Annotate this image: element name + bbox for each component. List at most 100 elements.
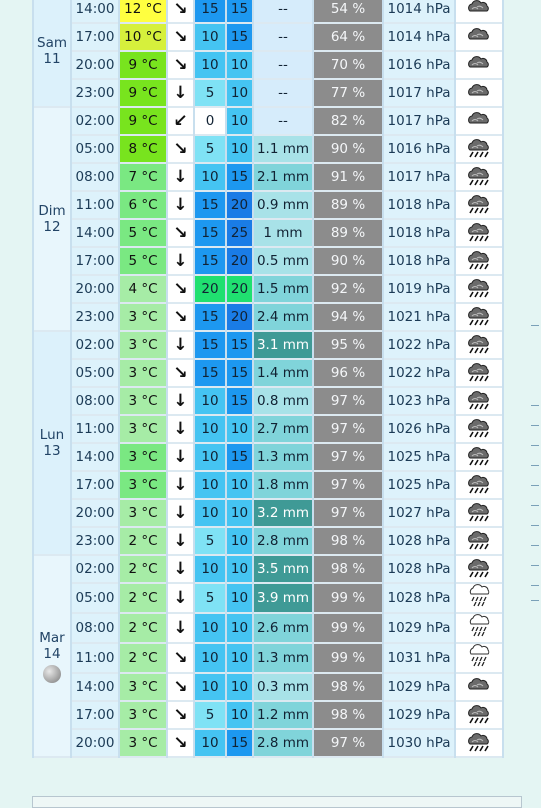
temperature-cell: 2 °C — [120, 556, 166, 584]
wind-speed-cell: 5 — [195, 528, 225, 556]
wind-arrow-icon: ↓ — [173, 531, 188, 551]
pressure-cell: 1021 hPa — [384, 304, 454, 332]
wind-speed-cell: 10 — [195, 24, 225, 52]
rain-cloud-icon — [464, 475, 494, 498]
humidity-cell: 99 % — [314, 584, 382, 614]
wind-direction-cell: ↓ — [168, 416, 193, 444]
wind-speed-cell: 10 — [195, 388, 225, 416]
wind-arrow-icon: ↘ — [173, 705, 188, 725]
cloud-icon — [464, 678, 494, 699]
wind-arrow-icon: ↓ — [173, 447, 188, 467]
weather-icon-cell — [456, 192, 502, 220]
hour-cell: 23:00 — [72, 528, 118, 556]
rain-cloud-icon — [464, 559, 494, 582]
hour-cell: 17:00 — [72, 472, 118, 500]
temperature-cell: 9 °C — [120, 52, 166, 80]
hour-cell: 23:00 — [72, 80, 118, 108]
precipitation-cell: 0.3 mm — [254, 674, 312, 702]
day-name: Lun — [39, 427, 65, 443]
precipitation-cell: 3.9 mm — [254, 584, 312, 614]
weather-icon-cell — [456, 444, 502, 472]
pressure-cell: 1017 hPa — [384, 108, 454, 136]
wind-gust-cell: 15 — [227, 444, 252, 472]
hour-cell: 17:00 — [72, 248, 118, 276]
wind-direction-cell: ↓ — [168, 556, 193, 584]
forecast-row: 23:00 9 °C ↓ 5 10 -- 77 % 1017 hPa — [34, 80, 502, 108]
wind-speed-cell: 5 — [195, 80, 225, 108]
wind-arrow-icon: ↙ — [173, 111, 188, 131]
humidity-cell: 99 % — [314, 614, 382, 644]
weather-icon-cell — [456, 248, 502, 276]
humidity-cell: 90 % — [314, 136, 382, 164]
forecast-row: 20:00 3 °C ↓ 10 10 3.2 mm 97 % 1027 hPa — [34, 500, 502, 528]
scale-tick — [531, 405, 539, 406]
precipitation-cell: 1.3 mm — [254, 644, 312, 674]
humidity-cell: 70 % — [314, 52, 382, 80]
temperature-cell: 3 °C — [120, 500, 166, 528]
day-number: 12 — [43, 219, 61, 235]
wind-arrow-icon: ↓ — [173, 559, 188, 579]
wind-speed-cell: 10 — [195, 674, 225, 702]
wind-direction-cell: ↓ — [168, 192, 193, 220]
weather-icon-cell — [456, 556, 502, 584]
precipitation-cell: 0.5 mm — [254, 248, 312, 276]
wind-speed-cell: 5 — [195, 584, 225, 614]
forecast-row: 17:00 3 °C ↘ 5 10 1.2 mm 98 % 1029 hPa — [34, 702, 502, 730]
forecast-row: Sam 11 14:00 12 °C ↘ 15 15 -- 54 % 1014 hPa — [34, 0, 502, 108]
cloud-icon — [464, 0, 494, 21]
wind-speed-cell: 10 — [195, 614, 225, 644]
scale-tick — [531, 545, 539, 546]
humidity-cell: 98 % — [314, 674, 382, 702]
wind-gust-cell: 20 — [227, 276, 252, 304]
forecast-row: 08:00 2 °C ↓ 10 10 2.6 mm 99 % 1029 hPa — [34, 614, 502, 644]
wind-speed-cell: 15 — [195, 192, 225, 220]
humidity-cell: 91 % — [314, 164, 382, 192]
humidity-cell: 89 % — [314, 192, 382, 220]
precipitation-cell: 1.8 mm — [254, 472, 312, 500]
wind-direction-cell: ↓ — [168, 584, 193, 614]
temperature-cell: 3 °C — [120, 444, 166, 472]
rain-cloud-icon — [464, 531, 494, 554]
precipitation-cell: 0.9 mm — [254, 192, 312, 220]
day-name: Sam — [37, 35, 67, 51]
rain-cloud-icon — [464, 447, 494, 470]
heavy-rain-icon — [464, 584, 494, 612]
temperature-cell: 4 °C — [120, 276, 166, 304]
pressure-cell: 1022 hPa — [384, 332, 454, 360]
wind-arrow-icon: ↓ — [173, 195, 188, 215]
scale-tick — [531, 600, 539, 601]
forecast-row: 17:00 10 °C ↘ 10 15 -- 64 % 1014 hPa — [34, 24, 502, 52]
wind-gust-cell: 10 — [227, 702, 252, 730]
precipitation-cell: -- — [254, 108, 312, 136]
pressure-cell: 1031 hPa — [384, 644, 454, 674]
wind-speed-cell: 15 — [195, 248, 225, 276]
forecast-row: 23:00 3 °C ↘ 15 20 2.4 mm 94 % 1021 hPa — [34, 304, 502, 332]
temperature-cell: 3 °C — [120, 702, 166, 730]
pressure-cell: 1028 hPa — [384, 556, 454, 584]
weather-icon-cell — [456, 730, 502, 758]
temperature-cell: 5 °C — [120, 220, 166, 248]
hour-cell: 14:00 — [72, 0, 118, 24]
wind-arrow-icon: ↘ — [173, 733, 188, 753]
pressure-cell: 1027 hPa — [384, 500, 454, 528]
humidity-cell: 82 % — [314, 108, 382, 136]
temperature-cell: 9 °C — [120, 80, 166, 108]
temperature-cell: 12 °C — [120, 0, 166, 24]
wind-arrow-icon: ↘ — [173, 223, 188, 243]
wind-direction-cell: ↘ — [168, 136, 193, 164]
humidity-cell: 97 % — [314, 388, 382, 416]
wind-arrow-icon: ↘ — [173, 27, 188, 47]
bottom-panel — [32, 796, 522, 808]
temperature-cell: 2 °C — [120, 614, 166, 644]
pressure-cell: 1016 hPa — [384, 136, 454, 164]
pressure-cell: 1025 hPa — [384, 472, 454, 500]
side-scale-decoration — [531, 325, 541, 605]
wind-speed-cell: 10 — [195, 730, 225, 758]
temperature-cell: 2 °C — [120, 584, 166, 614]
weather-icon-cell — [456, 614, 502, 644]
rain-cloud-icon — [464, 503, 494, 526]
pressure-cell: 1030 hPa — [384, 730, 454, 758]
day-label-cell: Mar 14 — [34, 556, 70, 758]
weather-icon-cell — [456, 276, 502, 304]
forecast-row: 20:00 4 °C ↘ 20 20 1.5 mm 92 % 1019 hPa — [34, 276, 502, 304]
